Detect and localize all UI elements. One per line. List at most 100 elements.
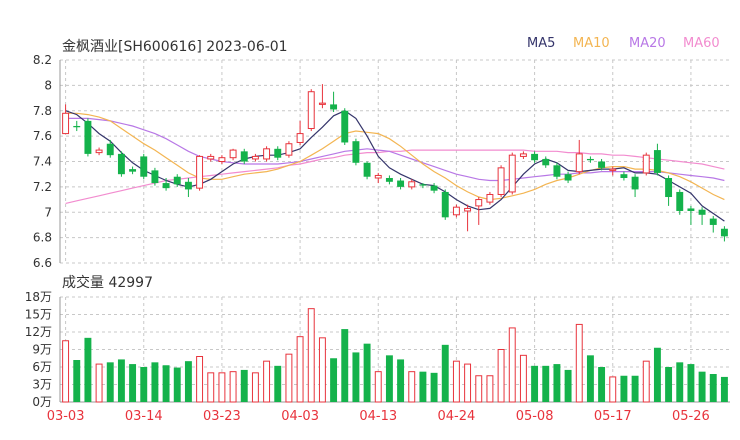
ma5-line [65,110,725,222]
candle-body-up [575,153,583,173]
candle-body-down [676,191,684,211]
volume-bar-up [207,372,215,403]
price-tick-label: 8 [44,78,52,92]
price-tick-label: 7.6 [33,129,52,143]
candle-body-down [598,161,606,168]
volume-bar-down [151,362,159,402]
volume-bar-up [62,340,70,403]
candle-body-up [408,181,416,188]
candle-body-down [586,158,594,161]
candle-body-up [475,199,483,207]
candle-body-up [374,174,382,179]
candle-body-down [330,104,338,110]
candle-body-up [464,207,472,212]
volume-bar-down [419,371,427,402]
volume-tick-label: 3万 [32,378,52,392]
candle-body-down [363,162,371,177]
candle-body-up [251,155,259,160]
candle-body-down [184,181,192,190]
volume-bar-down [687,364,695,402]
candle-body-down [385,177,393,182]
volume-bar-up [307,308,315,403]
volume-bar-up [497,349,505,403]
candle-body-down [542,158,550,166]
volume-bar-down [441,344,449,402]
volume-bar-down [709,374,717,402]
candle-body-up [196,155,204,189]
volume-bar-down [586,355,594,402]
volume-bar-down [352,352,360,402]
candle-body-up [318,102,326,105]
volume-bar-down [553,364,561,402]
candle-body-up [229,149,237,159]
candle-body-down [352,141,360,163]
volume-bar-up [609,376,617,403]
volume-bar-down [653,347,661,402]
date-tick-label: 05-26 [672,409,710,424]
volume-bar-down [341,329,349,402]
volume-bar-down [363,343,371,402]
candle-body-down [698,209,706,215]
date-tick-label: 04-13 [359,409,397,424]
volume-bar-down [162,365,170,402]
volume-bar-down [84,337,92,402]
candle-body-up [519,153,527,157]
candle-body-up [609,168,617,171]
candle-body-down [129,169,137,172]
volume-bar-up [196,356,204,403]
volume-tick-label: 9万 [32,343,52,357]
stock-chart: 8.2 8 7.8 7.6 7.4 7.2 7 6.8 6.6 18万 15万 12万 9万 6万 3万 0万… [25,53,730,424]
candle-body-down [564,174,572,181]
volume-bar-down [129,364,137,402]
price-tick-label: 7 [44,205,52,219]
candle-body-down [151,170,159,184]
candle-body-down [397,180,405,187]
volume-bar-down [698,371,706,402]
candle-body-down [430,185,438,191]
volume-bar-up [642,360,650,403]
candle-body-down [162,183,170,189]
volume-bar-down [397,359,405,402]
candle-body-down [553,165,561,177]
volume-bar-down [184,361,192,402]
volume-bar-up [296,336,304,403]
volume-bar-down [676,362,684,402]
candle-body-up [486,193,494,203]
candle-body-down [84,120,92,154]
date-tick-label: 03-03 [47,409,85,424]
candle-body-down [419,184,427,186]
volume-tick-label: 18万 [25,290,52,304]
candle-body-down [173,176,181,185]
volume-bar-up [285,353,293,403]
candle-body-down [240,151,248,162]
candle-body-up [218,157,226,163]
date-tick-label: 05-08 [516,409,554,424]
candle-body-up [285,143,293,156]
candle-body-down [117,153,125,175]
volume-bar-down [274,365,282,402]
date-tick-label: 03-23 [203,409,241,424]
volume-bar-up [452,360,460,403]
price-tick-label: 8.2 [33,53,52,67]
volume-bar-down [564,369,572,402]
volume-bar-up [95,363,103,403]
candle-body-up [307,91,315,130]
volume-tick-label: 6万 [32,360,52,374]
volume-bar-down [240,369,248,402]
volume-bar-down [620,375,628,402]
volume-bar-up [408,371,416,403]
volume-bar-down [117,359,125,402]
volume-tick-label: 0万 [32,395,52,409]
volume-bar-up [218,372,226,403]
volume-bar-down [73,360,81,402]
candle-body-down [274,148,282,158]
candle-body-up [497,167,505,195]
volume-bar-up [475,375,483,403]
volume-bar-up [374,371,382,403]
volume-bar-down [631,375,639,402]
candle-body-down [531,153,539,161]
date-tick-label: 05-17 [594,409,632,424]
volume-bar-up [519,354,527,403]
candle-body-up [95,149,103,154]
volume-bar-up [318,337,326,403]
